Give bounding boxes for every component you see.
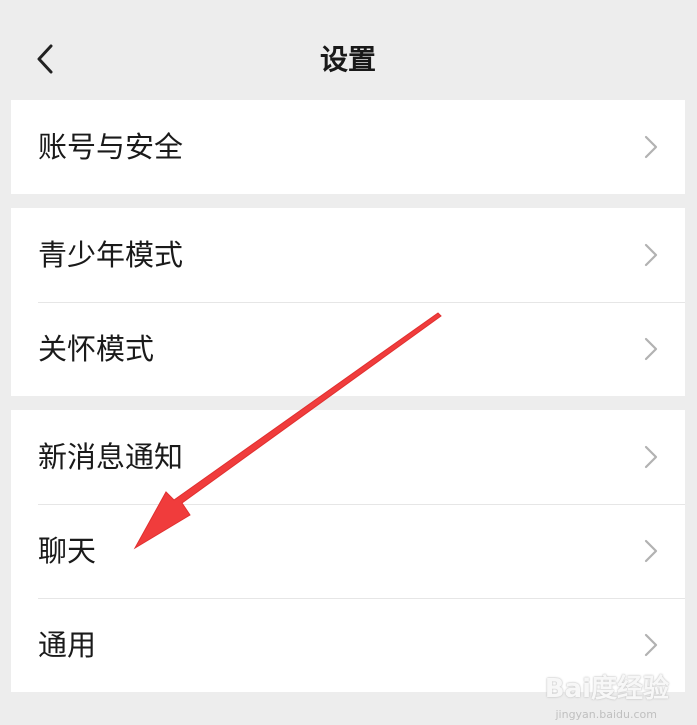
watermark-logo: Bai度经验 bbox=[544, 674, 669, 704]
list-item-account-security[interactable]: 账号与安全 bbox=[11, 100, 685, 194]
chevron-right-icon bbox=[644, 445, 658, 469]
nav-bar: 设置 bbox=[11, 0, 685, 100]
list-item-label: 聊天 bbox=[38, 534, 97, 568]
page-title: 设置 bbox=[319, 43, 376, 76]
list-item-teen-mode[interactable]: 青少年模式 bbox=[11, 208, 685, 302]
list-item-label: 新消息通知 bbox=[38, 440, 184, 474]
list-item-chat[interactable]: 聊天 bbox=[11, 504, 685, 598]
list-item-new-message-notification[interactable]: 新消息通知 bbox=[11, 410, 685, 504]
group-modes: 青少年模式 关怀模式 bbox=[11, 208, 685, 396]
chevron-right-icon bbox=[644, 633, 658, 657]
group-account: 账号与安全 bbox=[11, 100, 685, 194]
divider bbox=[38, 504, 685, 505]
divider bbox=[38, 598, 685, 599]
chevron-right-icon bbox=[644, 337, 658, 361]
list-item-care-mode[interactable]: 关怀模式 bbox=[11, 302, 685, 396]
list-item-label: 青少年模式 bbox=[38, 238, 184, 272]
list-item-label: 关怀模式 bbox=[38, 332, 155, 366]
chevron-right-icon bbox=[644, 539, 658, 563]
chevron-right-icon bbox=[644, 135, 658, 159]
watermark-url: jingyan.baidu.com bbox=[555, 708, 657, 721]
chevron-right-icon bbox=[644, 243, 658, 267]
list-item-label: 通用 bbox=[38, 628, 97, 662]
list-item-label: 账号与安全 bbox=[38, 130, 184, 164]
group-messaging: 新消息通知 聊天 通用 bbox=[11, 410, 685, 692]
settings-screen: 设置 账号与安全 青少年模式 关怀模式 新消息通知 聊天 通用 bbox=[11, 0, 685, 725]
